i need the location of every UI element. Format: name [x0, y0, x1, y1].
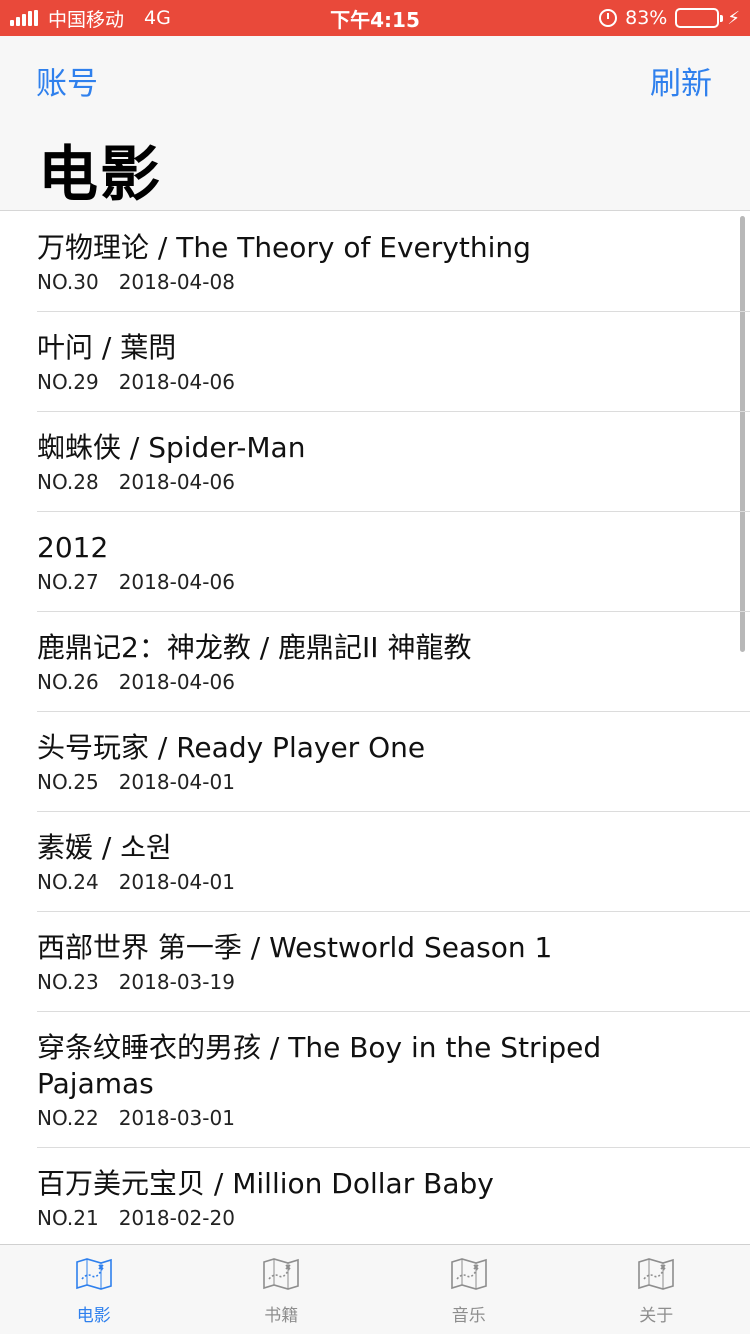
movie-title: 2012 [37, 531, 109, 564]
account-button[interactable]: 账号 [36, 58, 98, 103]
movie-date: 2018-04-01 [118, 870, 235, 894]
battery-percent: 83% [625, 7, 668, 29]
tab-label: 关于 [639, 1306, 674, 1326]
movie-meta: NO.23 2018-03-19 [37, 970, 720, 994]
tab-1[interactable]: 书籍 [188, 1245, 376, 1334]
movie-meta: NO.26 2018-04-06 [37, 670, 720, 694]
alarm-icon [599, 9, 618, 27]
movie-meta: NO.24 2018-04-01 [37, 870, 720, 894]
movie-date: 2018-04-06 [118, 570, 235, 594]
movie-row[interactable]: 穿条纹睡衣的男孩 / The Boy in the Striped Pajama… [0, 1012, 750, 1148]
movie-row[interactable]: 鹿鼎记2：神龙教 / 鹿鼎記II 神龍教 NO.26 2018-04-06 [0, 612, 750, 712]
tab-3[interactable]: 关于 [563, 1245, 750, 1334]
movie-meta: NO.27 2018-04-06 [37, 570, 720, 594]
refresh-button[interactable]: 刷新 [650, 58, 712, 103]
tab-label: 书籍 [264, 1306, 299, 1326]
page-title: 电影 [38, 140, 162, 210]
map-icon [75, 1257, 113, 1295]
status-bar: 中国移动 4G 下午4:15 83% ⚡ [0, 0, 750, 36]
movie-title: 万物理论 / The Theory of Everything [37, 231, 531, 264]
movie-row[interactable]: 叶问 / 葉問 NO.29 2018-04-06 [0, 312, 750, 412]
carrier-label: 中国移动 [48, 8, 125, 31]
movie-row[interactable]: 万物理论 / The Theory of Everything NO.30 2018… [0, 212, 750, 312]
movie-row[interactable]: 2012 NO.27 2018-04-06 [0, 512, 750, 612]
map-icon [262, 1257, 300, 1295]
movie-number: NO.25 [37, 770, 99, 794]
movie-date: 2018-04-06 [118, 670, 235, 694]
map-icon [637, 1257, 675, 1295]
movie-list[interactable]: 万物理论 / The Theory of Everything NO.30 2018… [0, 212, 750, 1244]
map-icon [450, 1257, 488, 1295]
movie-meta: NO.25 2018-04-01 [37, 770, 720, 794]
movie-row[interactable]: 头号玩家 / Ready Player One NO.25 2018-04-01 [0, 712, 750, 812]
status-right: 83% ⚡ [599, 7, 740, 29]
movie-date: 2018-04-06 [118, 470, 235, 494]
movie-title: 穿条纹睡衣的男孩 / The Boy in the Striped Pajama… [37, 1031, 602, 1100]
movie-number: NO.22 [37, 1106, 99, 1130]
tab-bar: 电影 书籍 音乐 关于 [0, 1244, 750, 1334]
movie-title: 叶问 / 葉問 [37, 331, 177, 364]
tab-label: 音乐 [451, 1306, 486, 1326]
movie-title: 西部世界 第一季 / Westworld Season 1 [37, 931, 553, 964]
movie-title: 头号玩家 / Ready Player One [37, 731, 426, 764]
network-label: 4G [144, 7, 171, 29]
navigation-bar: 账号 刷新 电影 [0, 36, 750, 211]
movie-date: 2018-03-01 [118, 1106, 235, 1130]
movie-number: NO.29 [37, 370, 99, 394]
movie-meta: NO.21 2018-02-20 [37, 1206, 720, 1230]
movie-row[interactable]: 百万美元宝贝 / Million Dollar Baby NO.21 2018-02… [0, 1148, 750, 1244]
movie-number: NO.28 [37, 470, 99, 494]
movie-number: NO.26 [37, 670, 99, 694]
battery-icon [675, 8, 724, 28]
movie-meta: NO.29 2018-04-06 [37, 370, 720, 394]
movie-number: NO.30 [37, 270, 99, 294]
movie-title: 蜘蛛侠 / Spider-Man [37, 431, 306, 464]
status-left: 中国移动 4G [10, 5, 270, 32]
movie-title: 鹿鼎记2：神龙教 / 鹿鼎記II 神龍教 [37, 631, 472, 664]
movie-title: 百万美元宝贝 / Million Dollar Baby [37, 1167, 494, 1200]
charging-icon: ⚡ [727, 7, 740, 29]
movie-row[interactable]: 西部世界 第一季 / Westworld Season 1 NO.23 2018-0… [0, 912, 750, 1012]
movie-meta: NO.30 2018-04-08 [37, 270, 720, 294]
tab-label: 电影 [76, 1306, 111, 1326]
movie-date: 2018-04-08 [118, 270, 235, 294]
movie-meta: NO.22 2018-03-01 [37, 1106, 720, 1130]
movie-number: NO.21 [37, 1206, 99, 1230]
tab-0[interactable]: 电影 [0, 1245, 188, 1334]
movie-number: NO.24 [37, 870, 99, 894]
movie-number: NO.23 [37, 970, 99, 994]
movie-date: 2018-02-20 [118, 1206, 235, 1230]
movie-row[interactable]: 素媛 / 소원 NO.24 2018-04-01 [0, 812, 750, 912]
movie-date: 2018-04-01 [118, 770, 235, 794]
signal-icon [10, 10, 38, 26]
tab-2[interactable]: 音乐 [375, 1245, 563, 1334]
movie-date: 2018-04-06 [118, 370, 235, 394]
movie-number: NO.27 [37, 570, 99, 594]
movie-meta: NO.28 2018-04-06 [37, 470, 720, 494]
movie-title: 素媛 / 소원 [37, 831, 172, 864]
movie-date: 2018-03-19 [118, 970, 235, 994]
movie-row[interactable]: 蜘蛛侠 / Spider-Man NO.28 2018-04-06 [0, 412, 750, 512]
